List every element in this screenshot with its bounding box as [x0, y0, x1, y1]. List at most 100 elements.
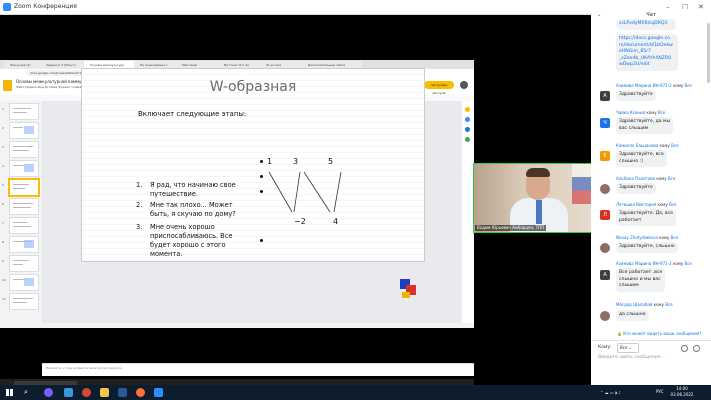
app-icon[interactable]	[44, 388, 53, 397]
input-language[interactable]: РУС	[656, 389, 664, 394]
keep-icon[interactable]	[465, 107, 470, 112]
chrome-icon[interactable]	[82, 388, 91, 397]
word-icon[interactable]	[118, 388, 127, 397]
chat-message-header: Альбина Полатова кому Все	[616, 176, 676, 181]
search-icon[interactable]: ⌕	[24, 388, 28, 397]
slide-number: 7	[2, 221, 4, 225]
slide-number: 10	[2, 278, 6, 282]
slide-thumbnail[interactable]	[9, 293, 39, 310]
chat-message-header: Летишко Виктория кому Все	[616, 202, 677, 207]
recipient: Все	[669, 202, 677, 207]
recipient: Все	[671, 143, 679, 148]
more-options-icon[interactable]	[693, 345, 700, 352]
chat-message: https://docs.google.co m/document/d/1bOe…	[616, 34, 678, 71]
flag	[572, 164, 591, 204]
avatar: Е	[600, 151, 610, 161]
sender-name: Альбина Полатова	[616, 176, 656, 181]
slide-thumbnail[interactable]	[9, 255, 39, 272]
sender-name: Азимова Мадина ИН-971-2	[616, 83, 672, 88]
recipient: Все	[667, 176, 676, 181]
slide-thumbnail[interactable]	[9, 198, 39, 215]
avatar: Л	[600, 210, 610, 220]
chat-link[interactable]: wDwp2U/edit	[619, 62, 675, 69]
avatar[interactable]	[460, 81, 468, 89]
sender-name: Мёсдар Шалабай	[616, 302, 653, 307]
recipient: Все	[665, 302, 673, 307]
slide-thumbnail[interactable]	[9, 122, 39, 139]
chat-link[interactable]: ssLPxdyMX6lcqDRQ1	[619, 21, 668, 26]
window-title: Zoom Конференция	[14, 3, 77, 10]
recipient-select[interactable]: Все ⌄	[617, 343, 639, 353]
chat-message: Здравствуйте	[616, 183, 656, 194]
sender-name: Летишко Виктория	[616, 202, 657, 207]
clock[interactable]: 14:00 03.06.2022	[670, 386, 694, 398]
participant-video[interactable]: Вадим Юрьевич Амбарцян, ТПП	[473, 163, 592, 233]
folder-icon[interactable]	[100, 388, 109, 397]
browser-tab[interactable]: Фокусная (2)	[4, 61, 44, 69]
windows-start-icon[interactable]	[6, 389, 13, 396]
share-button[interactable]: Настройки доступа	[424, 81, 454, 95]
chat-input[interactable]: Введите здесь сообщение...	[598, 355, 665, 360]
slide-number: 6	[2, 202, 4, 206]
chat-message-header: Азимова Мадина ИН-971-2 кому Все	[616, 261, 692, 266]
recipient: Все	[684, 261, 692, 266]
chat-message: Здравствуйте. Да, все работает	[616, 209, 676, 226]
chat-message: Здравствуйте	[616, 90, 656, 101]
decorative-square	[402, 292, 410, 298]
recipient: Все	[684, 83, 692, 88]
slide-number: 5	[2, 183, 4, 187]
sender-name: Nonay Zhetyrbekova	[616, 235, 658, 240]
slide-thumbnail[interactable]	[9, 274, 39, 291]
chat-scrollbar[interactable]	[707, 23, 710, 83]
chat-message-header: Чайка Ксения кому Все	[616, 110, 666, 115]
chat-message: Все работает ,все слышно и мы вас слышим	[616, 268, 666, 292]
w-curve	[268, 171, 342, 213]
contacts-icon[interactable]	[465, 127, 470, 132]
chat-message: Здравствуйте, слышно	[616, 242, 678, 253]
slide-number: 4	[2, 164, 4, 168]
chat-message-header: Мёсдар Шалабай кому Все	[616, 302, 673, 307]
slide-thumbnail[interactable]	[9, 160, 39, 177]
zoom-icon[interactable]	[154, 388, 163, 397]
taskview-icon[interactable]	[64, 388, 73, 397]
participant-name: Вадим Юрьевич Амбарцян, ТПП	[475, 225, 547, 231]
slide-number: 3	[2, 145, 4, 149]
slide-number: 2	[2, 126, 4, 130]
chat-title: Чат	[646, 12, 656, 18]
slides-logo-icon	[3, 80, 12, 91]
maps-icon[interactable]	[465, 137, 470, 142]
speaker-notes[interactable]: Нажмите, чтобы добавить заметки докладчи…	[42, 363, 474, 376]
current-slide: W-образная Включает следующие этапы: 1. …	[81, 68, 425, 298]
chat-message: ssLPxdyMX6lcqDRQ1	[616, 19, 676, 30]
file-icon[interactable]	[681, 345, 688, 352]
chat-message-header: Азимова Мадина ИН-971-2 кому Все	[616, 83, 692, 88]
windows-taskbar: ⌕ ⌃ ☁ ▭ ◗ ♪ РУС 14:00 03.06.2022	[0, 385, 711, 400]
chat-message: да слышно	[616, 310, 649, 321]
avatar	[600, 311, 610, 321]
avatar	[600, 184, 610, 194]
firefox-icon[interactable]	[136, 388, 145, 397]
slide-thumbnail[interactable]	[9, 236, 39, 253]
avatar: А	[600, 91, 610, 101]
slide-thumbnail[interactable]	[9, 141, 39, 158]
chat-message-header: Камилла Ельцанова кому Все	[616, 143, 679, 148]
chat-message-header: Nonay Zhetyrbekova кому Все	[616, 235, 679, 240]
slide-number: 1	[2, 107, 4, 111]
tasks-icon[interactable]	[465, 117, 470, 122]
slide-thumbnail[interactable]	[9, 217, 39, 234]
speaker-notes-placeholder: Нажмите, чтобы добавить заметки докладчи…	[46, 366, 122, 370]
system-tray-icons[interactable]: ⌃ ☁ ▭ ◗ ♪	[600, 390, 621, 395]
sender-name: Азимова Мадина ИН-971-2	[616, 261, 672, 266]
avatar: А	[600, 270, 610, 280]
chat-link[interactable]: https://docs.google.co	[619, 36, 675, 43]
who-can-see-link[interactable]: 🔒 Кто может видеть ваши сообщения?	[617, 331, 701, 336]
avatar	[600, 243, 610, 253]
slide-number: 9	[2, 259, 4, 263]
person-tie	[536, 200, 542, 224]
zoom-logo-icon	[3, 3, 11, 11]
sender-name: Камилла Ельцанова	[616, 143, 659, 148]
chat-message: Здравствуйте, да мы вас слышим	[616, 117, 674, 134]
slide-thumbnail[interactable]	[9, 103, 39, 120]
to-label: Кому:	[598, 345, 612, 350]
slide-thumbnail-active[interactable]	[9, 179, 39, 196]
